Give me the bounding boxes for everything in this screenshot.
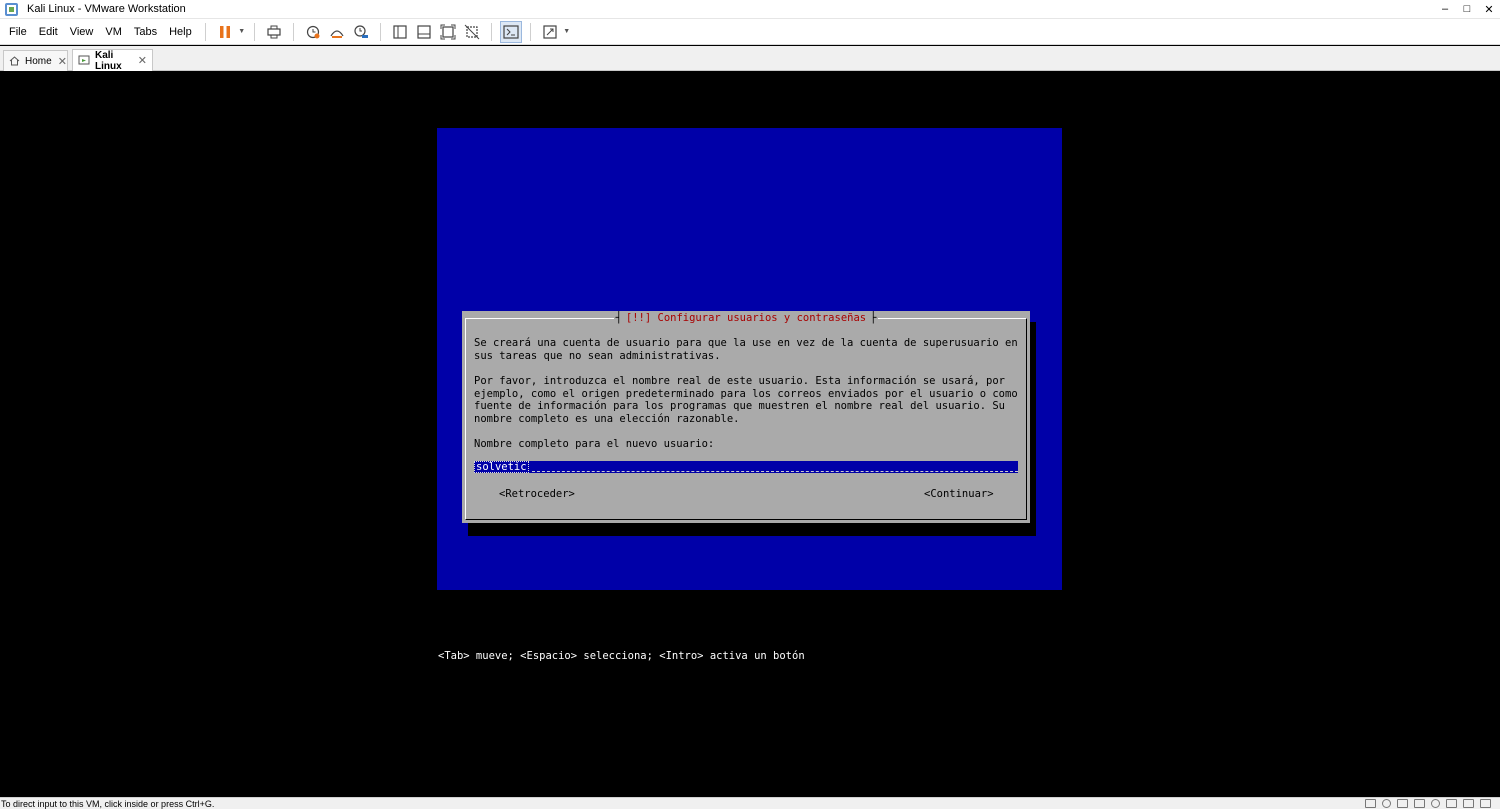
maximize-button[interactable]: □ (1456, 0, 1478, 19)
message-icon[interactable] (1480, 799, 1491, 808)
dialog-paragraph-2: Por favor, introduzca el nombre real de … (474, 375, 1018, 425)
dialog-paragraph-1: Se creará una cuenta de usuario para que… (474, 337, 1018, 362)
console-view-icon[interactable] (499, 20, 522, 43)
full-name-value: solvetic (474, 461, 529, 473)
keyboard-hint: <Tab> mueve; <Espacio> selecciona; <Intr… (438, 650, 805, 662)
stretch-icon[interactable] (539, 21, 561, 43)
title-bar: Kali Linux - VMware Workstation – □ ✕ (0, 0, 1500, 19)
sound-icon[interactable] (1431, 799, 1440, 808)
toolbar-separator (490, 22, 492, 41)
tab-home-label: Home (25, 55, 52, 67)
usb-icon[interactable] (1414, 799, 1425, 808)
dialog-title: [!!] Configurar usuarios y contraseñas (623, 312, 869, 324)
status-text: To direct input to this VM, click inside… (1, 798, 215, 809)
close-icon[interactable]: ✕ (132, 54, 147, 67)
toolbar-separator (379, 22, 381, 41)
menu-file[interactable]: File (0, 19, 33, 45)
snapshot-manager-icon[interactable] (350, 21, 372, 43)
menu-vm[interactable]: VM (99, 19, 128, 45)
window-controls: – □ ✕ (1434, 0, 1500, 19)
toolbar-separator (292, 22, 294, 41)
tab-kali-linux-label: Kali Linux (95, 49, 122, 72)
hard-disk-icon[interactable] (1365, 799, 1376, 808)
minimize-button[interactable]: – (1434, 0, 1456, 19)
vmware-logo-icon (5, 2, 18, 16)
toolbar-separator (529, 22, 531, 41)
full-screen-icon[interactable] (437, 21, 459, 43)
field-label: Nombre completo para el nuevo usuario: (474, 438, 715, 450)
installer-dialog: ┤ [!!] Configurar usuarios y contraseñas ├… (462, 311, 1030, 523)
network-icon[interactable] (1397, 799, 1408, 808)
continue-button[interactable]: <Continuar> (924, 488, 994, 501)
toolbar-separator (204, 22, 206, 41)
close-icon[interactable]: ✕ (52, 55, 67, 68)
snapshot-icon[interactable] (302, 21, 324, 43)
cd-dvd-icon[interactable] (1382, 799, 1391, 808)
tab-home[interactable]: Home ✕ (3, 50, 68, 71)
menu-help[interactable]: Help (163, 19, 198, 45)
close-button[interactable]: ✕ (1478, 0, 1500, 19)
tab-kali-linux[interactable]: Kali Linux ✕ (72, 49, 153, 72)
unity-icon[interactable] (461, 21, 483, 43)
status-bar: To direct input to this VM, click inside… (0, 797, 1500, 809)
dialog-title-row: ┤ [!!] Configurar usuarios y contraseñas ├ (613, 312, 879, 324)
thumbnail-bar-icon[interactable] (413, 21, 435, 43)
menu-tabs[interactable]: Tabs (128, 19, 163, 45)
menu-edit[interactable]: Edit (33, 19, 64, 45)
vm-icon (78, 55, 90, 66)
toolbar-separator (253, 22, 255, 41)
home-icon (9, 56, 20, 67)
device-icons (1362, 798, 1500, 809)
printer-icon[interactable] (1446, 799, 1457, 808)
full-name-input[interactable]: solvetic (474, 461, 1018, 473)
input-underline (532, 471, 1018, 472)
tab-strip: Home ✕ Kali Linux ✕ (0, 46, 1500, 72)
display-icon[interactable] (1463, 799, 1474, 808)
send-ctrl-alt-del-icon[interactable] (263, 21, 285, 43)
power-dropdown-icon[interactable]: ▼ (237, 21, 247, 43)
revert-snapshot-icon[interactable] (326, 21, 348, 43)
back-button[interactable]: <Retroceder> (499, 488, 575, 501)
menu-view[interactable]: View (64, 19, 100, 45)
pause-icon[interactable] (214, 21, 236, 43)
window-title: Kali Linux - VMware Workstation (27, 3, 186, 15)
library-icon[interactable] (389, 21, 411, 43)
dialog-body: Se creará una cuenta de usuario para que… (474, 337, 1019, 464)
stretch-dropdown-icon[interactable]: ▼ (562, 21, 572, 43)
menu-toolbar: File Edit View VM Tabs Help ▼ ▼ (0, 19, 1500, 45)
